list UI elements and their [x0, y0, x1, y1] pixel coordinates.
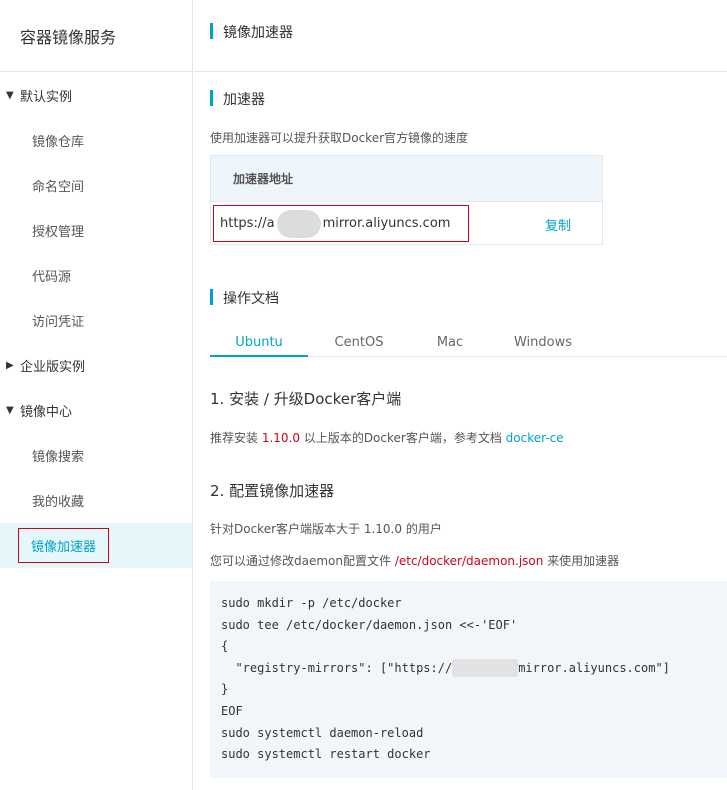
sidebar-item-favorites[interactable]: 我的收藏	[0, 478, 192, 523]
nav-group-image-center[interactable]: ▼ 镜像中心	[0, 388, 192, 433]
sidebar-item-image-repo[interactable]: 镜像仓库	[0, 118, 192, 163]
tab-mac[interactable]: Mac	[401, 328, 499, 357]
code-line: sudo tee /etc/docker/daemon.json <<-'EOF…	[221, 617, 518, 632]
caret-down-icon: ▼	[6, 90, 14, 101]
sidebar-item-label: 授权管理	[32, 225, 85, 240]
caret-down-icon: ▼	[6, 405, 14, 416]
accelerator-description: 使用加速器可以提升获取Docker官方镜像的速度	[210, 131, 469, 145]
os-tabs: Ubuntu CentOS Mac Windows	[210, 328, 727, 357]
code-line: sudo mkdir -p /etc/docker	[221, 596, 402, 610]
sidebar-item-label: 镜像搜索	[32, 450, 85, 465]
sidebar-item-label: 镜像加速器	[18, 528, 110, 563]
accelerator-table: 加速器地址 https://a mirror.aliyuncs.com 复制	[210, 155, 603, 245]
page-header: 镜像加速器	[194, 0, 727, 72]
code-line: "registry-mirrors": ["https:// mirror.ali…	[221, 658, 716, 680]
docker-ce-link[interactable]: docker-ce	[506, 431, 564, 445]
sidebar-title-text: 容器镜像服务	[20, 27, 117, 47]
code-line: sudo systemctl restart docker	[221, 747, 431, 762]
sidebar-item-access-credential[interactable]: 访问凭证	[0, 298, 192, 343]
step1-text: 推荐安装 1.10.0 以上版本的Docker客户端，参考文档 docker-c…	[210, 429, 564, 446]
section-title-docs: 操作文档	[223, 291, 279, 307]
sidebar-item-label: 镜像仓库	[32, 135, 85, 150]
step2-title: 2. 配置镜像加速器	[210, 482, 335, 500]
code-line: EOF	[221, 703, 243, 718]
daemon-json-path: /etc/docker/daemon.json	[394, 554, 544, 568]
nav-group-enterprise-instance[interactable]: ▶ 企业版实例	[0, 343, 192, 388]
nav-group-label: 镜像中心	[20, 405, 73, 420]
sidebar-item-label: 我的收藏	[32, 495, 85, 510]
sidebar: 容器镜像服务 ▼ 默认实例 镜像仓库 命名空间 授权管理 代码源 访问凭证 ▶ …	[0, 0, 193, 790]
caret-right-icon: ▶	[6, 360, 14, 371]
tab-windows[interactable]: Windows	[494, 328, 592, 357]
step2-text1: 针对Docker客户端版本大于 1.10.0 的用户	[210, 522, 442, 536]
main-content: 镜像加速器 加速器 使用加速器可以提升获取Docker官方镜像的速度 加速器地址…	[194, 0, 727, 790]
sidebar-item-label: 访问凭证	[32, 315, 85, 330]
sidebar-item-label: 代码源	[32, 270, 72, 285]
copy-button[interactable]: 复制	[545, 215, 571, 234]
step2-text2-b: 来使用加速器	[543, 554, 620, 568]
title-accent-bar	[210, 23, 213, 39]
sidebar-item-image-search[interactable]: 镜像搜索	[0, 433, 192, 478]
code-block[interactable]: sudo mkdir -p /etc/docker sudo tee /etc/…	[210, 581, 727, 778]
step1-version: 1.10.0	[261, 431, 300, 445]
sidebar-item-namespace[interactable]: 命名空间	[0, 163, 192, 208]
accelerator-table-row: https://a mirror.aliyuncs.com 复制	[211, 202, 602, 245]
step2-text2-a: 您可以通过修改daemon配置文件	[210, 554, 395, 568]
step1-title: 1. 安装 / 升级Docker客户端	[210, 390, 402, 408]
sidebar-title: 容器镜像服务	[0, 0, 192, 72]
url-suffix: mirror.aliyuncs.com	[322, 216, 451, 231]
accelerator-table-header: 加速器地址	[211, 156, 602, 202]
sidebar-item-image-accelerator[interactable]: 镜像加速器	[0, 523, 192, 568]
sidebar-item-code-source[interactable]: 代码源	[0, 253, 192, 298]
code-line-part: mirror.aliyuncs.com"]	[518, 660, 670, 675]
nav-group-label: 企业版实例	[20, 360, 86, 375]
code-line: sudo systemctl daemon-reload	[221, 725, 424, 740]
code-line-part: "registry-mirrors": ["https://	[221, 660, 453, 675]
step1-text-a: 推荐安装	[210, 431, 262, 445]
table-header-label: 加速器地址	[233, 172, 294, 186]
url-prefix: https://a	[220, 216, 275, 231]
tab-ubuntu[interactable]: Ubuntu	[210, 328, 308, 357]
step2-text2: 您可以通过修改daemon配置文件 /etc/docker/daemon.jso…	[210, 552, 619, 569]
nav-group-default-instance[interactable]: ▼ 默认实例	[0, 73, 192, 118]
sidebar-item-authorization[interactable]: 授权管理	[0, 208, 192, 253]
section-accent-bar	[210, 289, 213, 305]
sidebar-item-label: 命名空间	[32, 180, 85, 195]
section-title-accelerator: 加速器	[223, 92, 265, 108]
step1-text-b: 以上版本的Docker客户端，参考文档	[300, 431, 506, 445]
section-accent-bar	[210, 90, 213, 106]
page-title: 镜像加速器	[223, 25, 293, 41]
redacted-blur	[276, 209, 321, 238]
nav-group-label: 默认实例	[20, 90, 73, 105]
code-line: {	[221, 639, 229, 654]
code-line: }	[221, 682, 229, 697]
redacted-blur	[452, 659, 519, 678]
accelerator-url[interactable]: https://a mirror.aliyuncs.com	[213, 205, 469, 242]
tab-centos[interactable]: CentOS	[310, 328, 408, 357]
